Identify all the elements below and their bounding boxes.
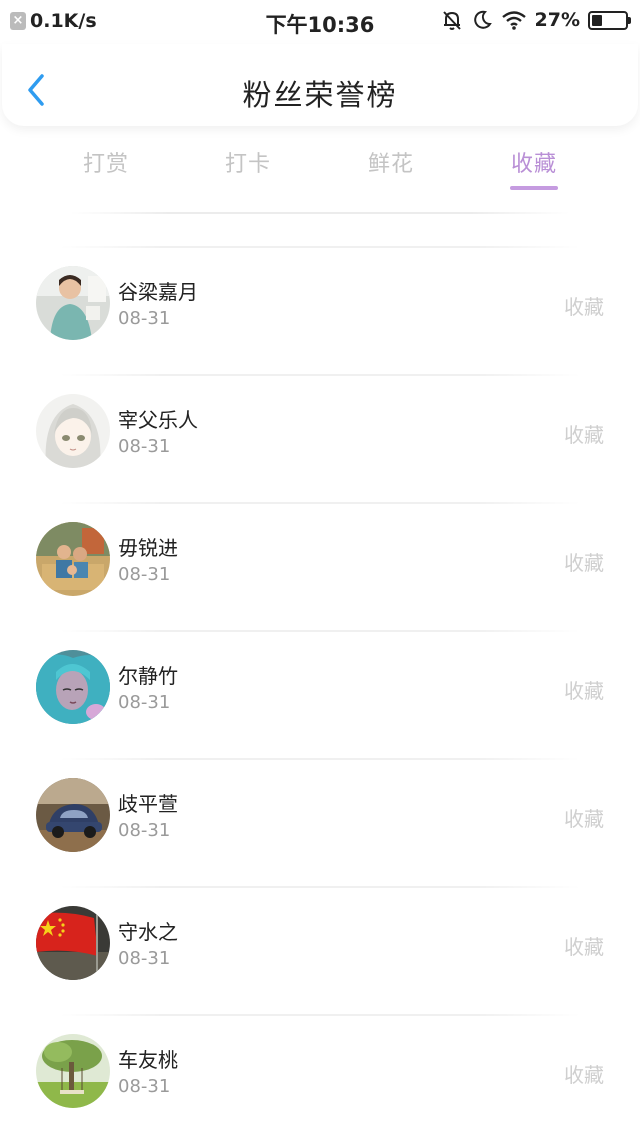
tab-bar: 打赏 打卡 鲜花 收藏 — [0, 140, 640, 200]
list-item[interactable]: 尔静竹 08-31 收藏 — [0, 630, 640, 758]
fan-date: 08-31 — [118, 820, 171, 841]
list-item[interactable]: 毋锐进 08-31 收藏 — [0, 502, 640, 630]
row-divider — [60, 374, 580, 376]
avatar[interactable] — [36, 650, 110, 724]
list-item[interactable]: 谷梁嘉月 08-31 收藏 — [0, 246, 640, 374]
list-item[interactable]: 宰父乐人 08-31 收藏 — [0, 374, 640, 502]
list-item[interactable]: 歧平萱 08-31 收藏 — [0, 758, 640, 886]
fan-date: 08-31 — [118, 436, 171, 457]
action-label: 收藏 — [564, 935, 604, 959]
tab-active-indicator — [510, 186, 558, 190]
fan-name: 车友桃 — [118, 1048, 178, 1072]
avatar[interactable] — [36, 266, 110, 340]
row-divider — [60, 1014, 580, 1016]
action-label: 收藏 — [564, 679, 604, 703]
fan-name: 歧平萱 — [118, 792, 178, 816]
action-label: 收藏 — [564, 1063, 604, 1087]
action-label: 收藏 — [564, 423, 604, 447]
fan-name: 毋锐进 — [118, 536, 178, 560]
avatar[interactable] — [36, 1034, 110, 1108]
moon-icon — [473, 10, 492, 29]
fan-name: 谷梁嘉月 — [118, 280, 198, 304]
row-divider — [60, 502, 580, 504]
avatar[interactable] — [36, 778, 110, 852]
list-item[interactable]: 守水之 08-31 收藏 — [0, 886, 640, 1014]
fan-date: 08-31 — [118, 1076, 171, 1097]
tab-favorites[interactable]: 收藏 — [484, 146, 584, 178]
avatar[interactable] — [36, 522, 110, 596]
row-divider — [60, 246, 580, 248]
avatar[interactable] — [36, 394, 110, 468]
list-item[interactable]: 车友桃 08-31 收藏 — [0, 1014, 640, 1142]
fan-date: 08-31 — [118, 564, 171, 585]
fan-name: 宰父乐人 — [118, 408, 198, 432]
row-divider — [60, 630, 580, 632]
fan-name: 守水之 — [118, 920, 178, 944]
tab-checkin[interactable]: 打卡 — [198, 146, 298, 178]
battery-percent: 27% — [534, 9, 580, 31]
battery-icon — [588, 10, 631, 30]
action-label: 收藏 — [564, 551, 604, 575]
header-bar: 粉丝荣誉榜 — [2, 44, 638, 126]
tab-tip[interactable]: 打赏 — [56, 146, 156, 178]
action-label: 收藏 — [564, 295, 604, 319]
tab-flowers[interactable]: 鲜花 — [341, 146, 441, 178]
row-divider — [60, 758, 580, 760]
fan-name: 尔静竹 — [118, 664, 178, 688]
fan-list: 谷梁嘉月 08-31 收藏 宰父乐人 08-31 收藏 毋锐进 08-31 收藏… — [0, 246, 640, 1142]
row-divider — [60, 886, 580, 888]
fan-date: 08-31 — [118, 308, 171, 329]
avatar[interactable] — [36, 906, 110, 980]
tabs-divider — [70, 212, 570, 214]
battery-level — [592, 14, 602, 26]
wifi-icon — [501, 11, 526, 30]
status-bar: × 0.1K/s 下午10:36 27% — [0, 0, 640, 44]
bell-muted-icon — [442, 11, 461, 30]
fan-date: 08-31 — [118, 692, 171, 713]
action-label: 收藏 — [564, 807, 604, 831]
page-title: 粉丝荣誉榜 — [242, 78, 398, 112]
fan-date: 08-31 — [118, 948, 171, 969]
status-right: 27% — [441, 9, 631, 31]
